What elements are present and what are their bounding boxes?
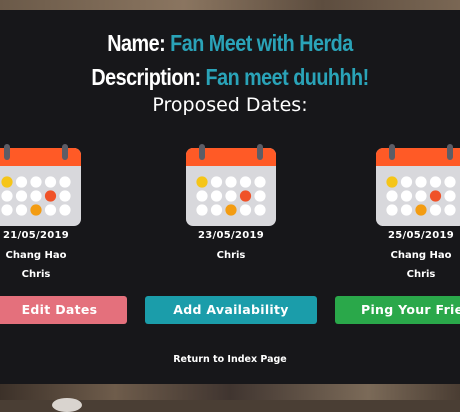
calendar-icon xyxy=(0,142,85,228)
attendee-name: Chang Hao xyxy=(390,250,452,261)
name-label: Name: xyxy=(107,30,166,56)
add-availability-button[interactable]: Add Availability xyxy=(145,296,317,324)
proposed-dates-heading: Proposed Dates: xyxy=(152,94,308,116)
background-photo-bottom xyxy=(0,384,460,412)
description-label: Description: xyxy=(91,64,201,90)
proposed-date: 25/05/2019 xyxy=(388,230,454,241)
event-panel: Name: Fan Meet with Herda Description: F… xyxy=(0,10,460,384)
calendar-icon xyxy=(182,142,280,228)
proposed-date: 21/05/2019 xyxy=(3,230,69,241)
attendee-name: Chris xyxy=(21,269,51,280)
edit-dates-button[interactable]: Edit Dates xyxy=(0,296,127,324)
ping-friends-button[interactable]: Ping Your Friends xyxy=(335,296,460,324)
proposed-date: 23/05/2019 xyxy=(198,230,264,241)
calendar-icon xyxy=(372,142,460,228)
event-name: Fan Meet with Herda xyxy=(170,30,353,56)
event-name-line: Name: Fan Meet with Herda xyxy=(32,30,428,57)
return-to-index-link[interactable]: Return to Index Page xyxy=(0,354,460,365)
attendee-name: Chris xyxy=(216,250,246,261)
attendee-name: Chang Hao xyxy=(5,250,67,261)
event-description: Fan meet duuhhh! xyxy=(205,64,370,90)
attendee-name: Chris xyxy=(406,269,436,280)
background-photo-top xyxy=(0,0,460,10)
event-description-line: Description: Fan meet duuhhh! xyxy=(32,64,428,91)
